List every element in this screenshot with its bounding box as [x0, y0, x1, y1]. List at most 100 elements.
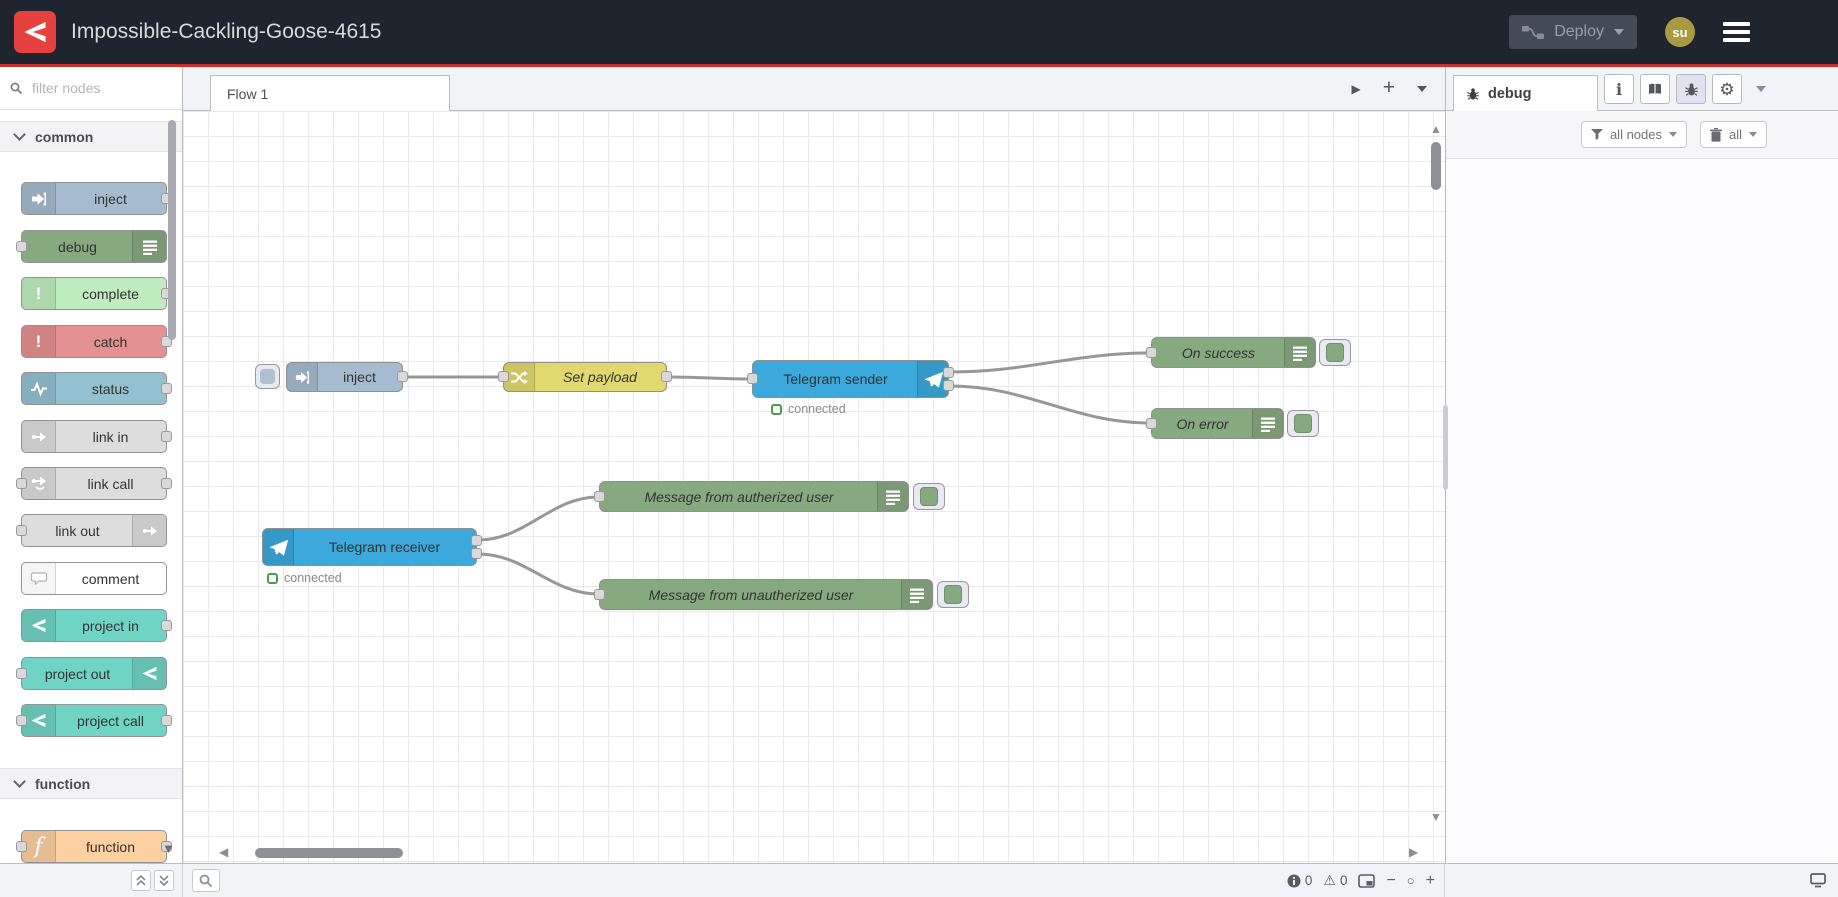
- chevron-down-icon: [1669, 132, 1677, 137]
- palette-node-link-call[interactable]: link call: [16, 467, 172, 500]
- palette-node-debug[interactable]: debug: [16, 230, 167, 263]
- search-flows-button[interactable]: [192, 869, 220, 892]
- palette-node-function[interactable]: f function: [16, 830, 172, 863]
- flow-node-message-authorized[interactable]: Message from autherized user: [594, 481, 909, 512]
- flow-node-telegram-sender[interactable]: Telegram sender: [747, 360, 954, 398]
- palette-node-catch[interactable]: ! catch: [21, 325, 172, 358]
- debug-list-icon: [132, 231, 166, 262]
- debug-clear-button[interactable]: all: [1699, 121, 1767, 148]
- sidebar-tab-label: debug: [1488, 85, 1532, 102]
- scroll-right-icon[interactable]: ▶: [1409, 846, 1418, 858]
- input-port[interactable]: [1146, 346, 1157, 358]
- wire[interactable]: [667, 375, 752, 381]
- scroll-down-icon[interactable]: ▼: [1430, 811, 1442, 823]
- warning-count[interactable]: ⚠ 0: [1323, 872, 1347, 889]
- input-port[interactable]: [594, 490, 605, 502]
- sidebar-footer: [1445, 864, 1838, 897]
- inject-trigger-button[interactable]: [255, 364, 280, 389]
- flow-node-set-payload[interactable]: Set payload: [498, 362, 672, 392]
- add-flow-button[interactable]: +: [1383, 76, 1395, 100]
- palette-node-comment[interactable]: comment: [21, 562, 167, 595]
- palette-node-project-in[interactable]: project in: [21, 609, 172, 642]
- debug-enable-toggle[interactable]: [1287, 410, 1319, 437]
- collapse-categories-button[interactable]: [131, 870, 151, 891]
- flow-canvas[interactable]: inject Set payload Telegram sender conne…: [183, 111, 1445, 863]
- debug-enable-toggle[interactable]: [1319, 339, 1351, 366]
- bug-icon: [1684, 83, 1698, 96]
- deploy-dropdown-icon[interactable]: [1614, 29, 1624, 35]
- input-port[interactable]: [16, 477, 27, 489]
- user-avatar[interactable]: su: [1665, 17, 1695, 47]
- flow-node-inject[interactable]: inject: [286, 362, 408, 392]
- output-port[interactable]: [161, 430, 172, 442]
- output-port-success[interactable]: [943, 367, 954, 378]
- flow-list-dropdown-icon[interactable]: [1417, 85, 1427, 92]
- sidebar-resize-handle[interactable]: [1443, 405, 1448, 490]
- output-port-error[interactable]: [943, 380, 954, 391]
- debug-enable-toggle[interactable]: [913, 483, 945, 510]
- flow-node-on-success[interactable]: On success: [1146, 337, 1316, 368]
- output-port[interactable]: [161, 477, 172, 489]
- palette-filter-input[interactable]: [30, 79, 159, 97]
- flow-node-on-error[interactable]: On error: [1146, 408, 1284, 439]
- input-port[interactable]: [747, 373, 758, 384]
- flow-node-telegram-receiver[interactable]: Telegram receiver: [262, 528, 482, 566]
- flow-node-message-unauthorized[interactable]: Message from unautherized user: [594, 579, 933, 610]
- wire[interactable]: [949, 384, 1151, 425]
- scroll-up-icon[interactable]: ▲: [1430, 123, 1442, 135]
- help-tab-button[interactable]: [1640, 74, 1670, 104]
- minimap-toggle-icon[interactable]: [1358, 873, 1376, 888]
- palette-node-complete[interactable]: ! complete: [21, 277, 172, 310]
- output-port-authorized[interactable]: [471, 535, 482, 546]
- sidebar-tab-debug[interactable]: debug: [1453, 75, 1598, 111]
- scroll-left-icon[interactable]: ◀: [219, 846, 228, 858]
- palette-node-project-call[interactable]: project call: [16, 704, 172, 737]
- wire[interactable]: [477, 552, 599, 596]
- zoom-reset-button[interactable]: ○: [1407, 874, 1415, 887]
- palette-node-inject[interactable]: inject: [21, 182, 172, 215]
- palette-scroll-down-icon[interactable]: ▼: [162, 842, 175, 855]
- debug-enable-toggle[interactable]: [937, 581, 969, 608]
- output-port[interactable]: [161, 619, 172, 631]
- palette-node-status[interactable]: status: [21, 372, 172, 405]
- info-count[interactable]: 0: [1287, 873, 1312, 888]
- debug-filter-button[interactable]: all nodes: [1580, 121, 1687, 148]
- input-port[interactable]: [16, 714, 27, 726]
- output-port[interactable]: [161, 714, 172, 726]
- expand-categories-button[interactable]: [154, 870, 174, 891]
- tab-scroll-icon[interactable]: ▶: [1352, 82, 1361, 96]
- input-port[interactable]: [16, 240, 27, 252]
- info-tab-button[interactable]: i: [1604, 74, 1634, 104]
- node-label: Telegram sender: [783, 371, 888, 387]
- input-port[interactable]: [594, 588, 605, 600]
- input-port[interactable]: [1146, 417, 1157, 429]
- config-tab-button[interactable]: ⚙: [1712, 74, 1742, 104]
- palette-node-project-out[interactable]: project out: [16, 657, 167, 690]
- sidebar-tabs-dropdown-icon[interactable]: [1756, 86, 1766, 92]
- input-port[interactable]: [16, 524, 27, 536]
- deploy-button[interactable]: Deploy: [1509, 15, 1637, 49]
- flow-tab[interactable]: Flow 1: [210, 75, 450, 111]
- wire[interactable]: [477, 495, 599, 542]
- wire[interactable]: [949, 351, 1151, 374]
- horizontal-scrollbar[interactable]: [255, 848, 403, 858]
- input-port[interactable]: [16, 840, 27, 852]
- output-port[interactable]: [661, 371, 672, 382]
- input-port[interactable]: [498, 371, 509, 382]
- palette-category-function[interactable]: function: [0, 768, 182, 799]
- vertical-scrollbar[interactable]: [1431, 142, 1441, 190]
- palette-node-link-out[interactable]: link out: [16, 514, 167, 547]
- palette-node-link-in[interactable]: link in: [21, 420, 172, 453]
- palette-category-common[interactable]: common: [0, 121, 182, 152]
- input-port[interactable]: [16, 667, 27, 679]
- zoom-out-button[interactable]: −: [1386, 872, 1395, 889]
- output-port-unauthorized[interactable]: [471, 548, 482, 559]
- flow-tabbar: Flow 1 ▶ +: [183, 67, 1445, 111]
- open-new-window-icon[interactable]: [1810, 873, 1826, 888]
- zoom-in-button[interactable]: +: [1426, 872, 1435, 889]
- debug-tab-button[interactable]: [1676, 74, 1706, 104]
- palette-scrollbar[interactable]: [168, 120, 176, 340]
- output-port[interactable]: [397, 371, 408, 382]
- output-port[interactable]: [161, 382, 172, 394]
- main-menu-button[interactable]: [1723, 22, 1750, 42]
